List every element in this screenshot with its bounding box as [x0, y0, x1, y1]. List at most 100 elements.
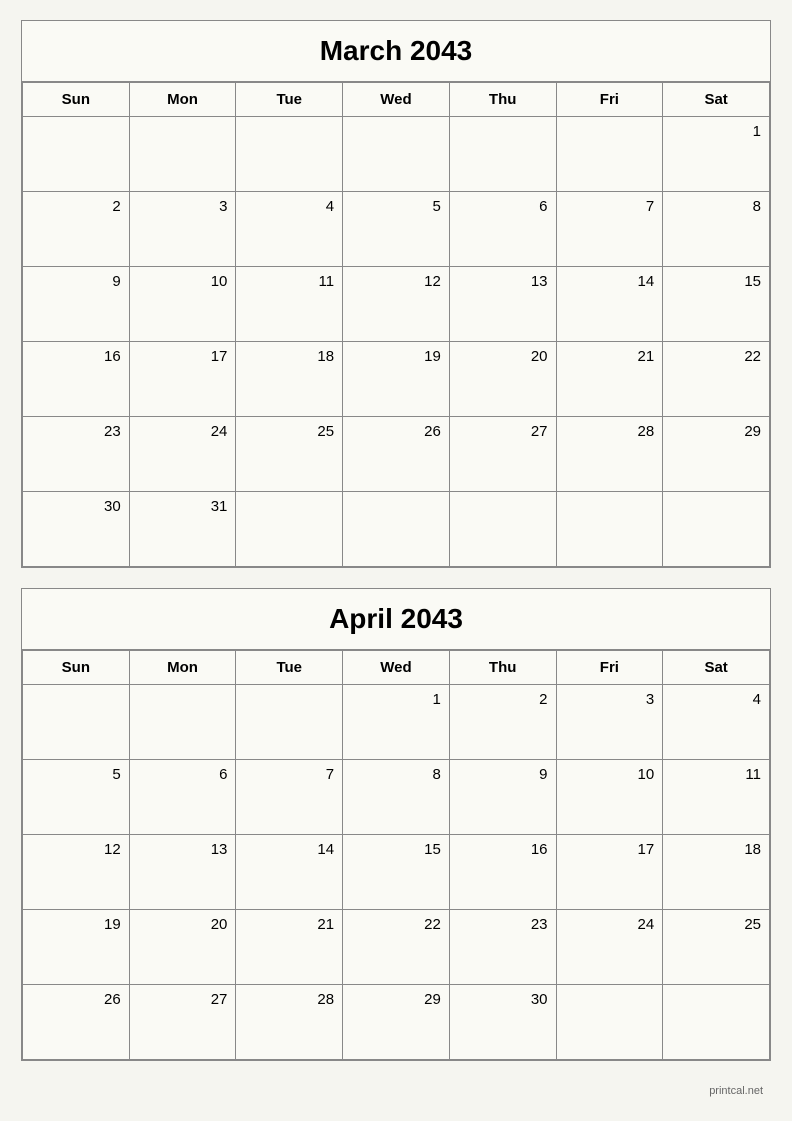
dow-thu-march: Thu	[449, 83, 556, 117]
table-row: 26	[343, 417, 450, 492]
dow-fri-april: Fri	[556, 651, 663, 685]
table-row	[343, 117, 450, 192]
table-row: 18	[236, 342, 343, 417]
calendars-container: March 2043 Sun Mon Tue Wed Thu Fri Sat	[21, 20, 771, 1101]
table-row: 21	[236, 910, 343, 985]
march-calendar: March 2043 Sun Mon Tue Wed Thu Fri Sat	[21, 20, 771, 568]
table-row: 10	[129, 267, 236, 342]
table-row: 22	[343, 910, 450, 985]
table-row: 26	[23, 985, 130, 1060]
table-row: 15	[663, 267, 770, 342]
table-row: 24	[556, 910, 663, 985]
dow-tue-march: Tue	[236, 83, 343, 117]
table-row: 25	[663, 910, 770, 985]
dow-thu-april: Thu	[449, 651, 556, 685]
table-row: 13	[449, 267, 556, 342]
table-row: 28	[556, 417, 663, 492]
dow-tue-april: Tue	[236, 651, 343, 685]
table-row	[23, 117, 130, 192]
table-row: 12	[23, 835, 130, 910]
table-row: 28	[236, 985, 343, 1060]
table-row: 4	[236, 192, 343, 267]
table-row: 9 10 11 12 13 14 15	[23, 267, 770, 342]
table-row: 6	[129, 760, 236, 835]
table-row	[23, 685, 130, 760]
table-row: 30	[23, 492, 130, 567]
table-row: 16	[449, 835, 556, 910]
table-row: 21	[556, 342, 663, 417]
table-row: 3	[556, 685, 663, 760]
table-row	[343, 492, 450, 567]
watermark: printcal.net	[21, 1081, 771, 1101]
table-row: 6	[449, 192, 556, 267]
dow-sat-march: Sat	[663, 83, 770, 117]
table-row	[663, 985, 770, 1060]
march-title: March 2043	[22, 21, 770, 82]
table-row: 15	[343, 835, 450, 910]
dow-fri-march: Fri	[556, 83, 663, 117]
table-row	[236, 117, 343, 192]
table-row: 14	[236, 835, 343, 910]
table-row: 19 20 21 22 23 24 25	[23, 910, 770, 985]
table-row	[129, 117, 236, 192]
dow-mon-march: Mon	[129, 83, 236, 117]
table-row: 10	[556, 760, 663, 835]
table-row: 24	[129, 417, 236, 492]
table-row	[236, 492, 343, 567]
table-row: 2	[449, 685, 556, 760]
dow-mon-april: Mon	[129, 651, 236, 685]
table-row: 22	[663, 342, 770, 417]
table-row: 2 3 4 5 6 7 8	[23, 192, 770, 267]
table-row: 26 27 28 29 30	[23, 985, 770, 1060]
table-row	[449, 492, 556, 567]
table-row: 1	[23, 117, 770, 192]
table-row	[129, 685, 236, 760]
table-row: 30	[449, 985, 556, 1060]
table-row: 7	[236, 760, 343, 835]
table-row: 7	[556, 192, 663, 267]
table-row: 29	[663, 417, 770, 492]
table-row: 2	[23, 192, 130, 267]
table-row: 8	[663, 192, 770, 267]
dow-sun-april: Sun	[23, 651, 130, 685]
dow-sun-march: Sun	[23, 83, 130, 117]
dow-wed-march: Wed	[343, 83, 450, 117]
table-row: 13	[129, 835, 236, 910]
table-row: 11	[663, 760, 770, 835]
april-grid: Sun Mon Tue Wed Thu Fri Sat 1 2 3 4	[22, 650, 770, 1060]
table-row: 1 2 3 4	[23, 685, 770, 760]
table-row: 8	[343, 760, 450, 835]
table-row	[556, 492, 663, 567]
table-row: 29	[343, 985, 450, 1060]
table-row: 19	[343, 342, 450, 417]
table-row: 27	[129, 985, 236, 1060]
march-grid: Sun Mon Tue Wed Thu Fri Sat 1	[22, 82, 770, 567]
table-row: 4	[663, 685, 770, 760]
table-row: 9	[449, 760, 556, 835]
table-row: 5	[343, 192, 450, 267]
table-row: 17	[556, 835, 663, 910]
table-row: 25	[236, 417, 343, 492]
table-row: 14	[556, 267, 663, 342]
table-row: 9	[23, 267, 130, 342]
table-row	[663, 492, 770, 567]
table-row: 5 6 7 8 9 10 11	[23, 760, 770, 835]
table-row: 23	[23, 417, 130, 492]
table-row	[236, 685, 343, 760]
table-row: 19	[23, 910, 130, 985]
table-row: 16 17 18 19 20 21 22	[23, 342, 770, 417]
table-row: 18	[663, 835, 770, 910]
table-row: 23 24 25 26 27 28 29	[23, 417, 770, 492]
table-row: 1	[663, 117, 770, 192]
table-row: 23	[449, 910, 556, 985]
dow-wed-april: Wed	[343, 651, 450, 685]
table-row: 5	[23, 760, 130, 835]
table-row: 12	[343, 267, 450, 342]
table-row: 17	[129, 342, 236, 417]
table-row: 20	[449, 342, 556, 417]
table-row: 3	[129, 192, 236, 267]
table-row	[556, 985, 663, 1060]
dow-sat-april: Sat	[663, 651, 770, 685]
table-row	[556, 117, 663, 192]
table-row: 16	[23, 342, 130, 417]
